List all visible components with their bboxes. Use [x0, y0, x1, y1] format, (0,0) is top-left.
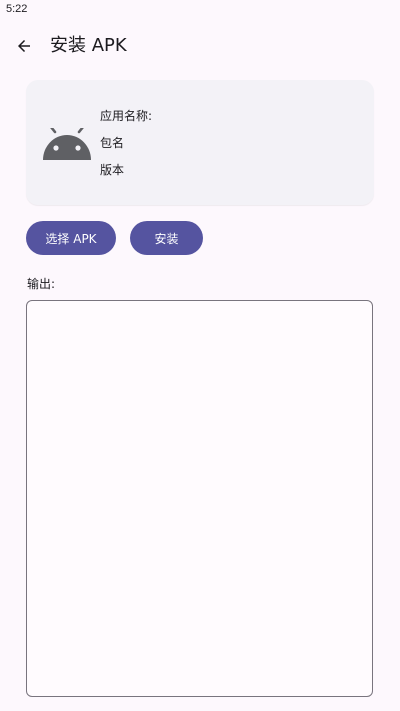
status-time: 5:22: [6, 3, 28, 15]
android-icon: [43, 128, 91, 160]
app-info-card: 应用名称: 包名 版本: [26, 80, 374, 205]
status-bar: 5:22: [0, 0, 400, 20]
select-apk-button[interactable]: 选择 APK: [26, 221, 116, 255]
output-text-area[interactable]: [26, 300, 373, 697]
app-name-label: 应用名称:: [100, 109, 153, 123]
version-label: 版本: [100, 163, 125, 177]
top-app-bar: 安装 APK: [0, 24, 400, 68]
output-label: 输出:: [27, 277, 56, 291]
install-button[interactable]: 安装: [130, 221, 203, 255]
package-name-label: 包名: [100, 136, 125, 150]
arrow-back-icon: [18, 40, 30, 52]
page-title: 安装 APK: [50, 35, 127, 56]
back-button[interactable]: [8, 30, 40, 62]
